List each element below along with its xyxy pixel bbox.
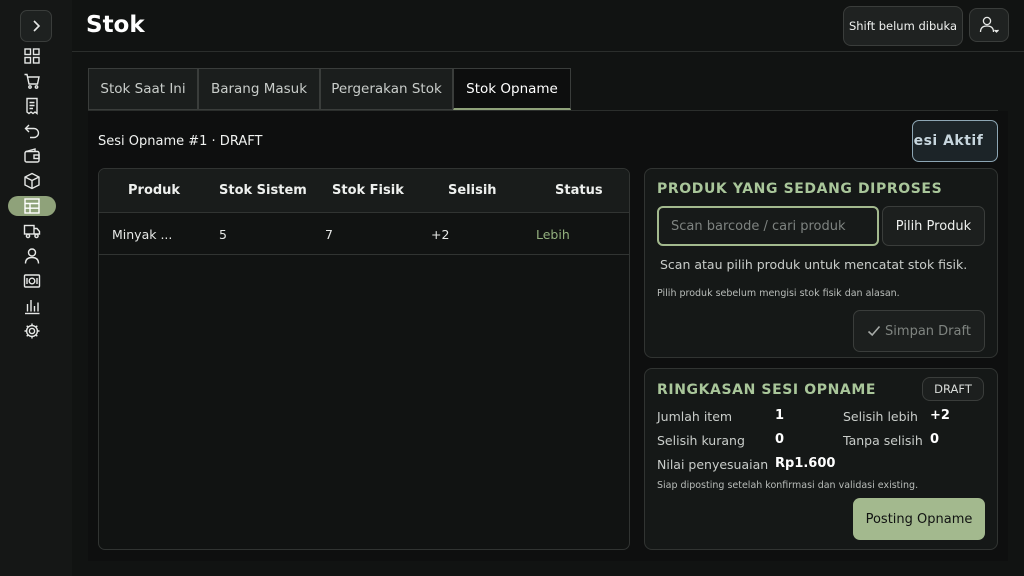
- tab-barang-masuk[interactable]: Barang Masuk: [198, 68, 320, 110]
- summary-nilai-value: Rp1.600: [775, 456, 836, 471]
- table-header: Produk Stok Sistem Stok Fisik Selisih St…: [99, 169, 629, 213]
- chevron-right-icon: [33, 20, 41, 32]
- active-session-button[interactable]: Sesi Aktif: [912, 120, 998, 162]
- summary-jumlah-value: 1: [775, 408, 785, 423]
- table-icon: [24, 198, 40, 214]
- truck-icon: [23, 224, 41, 239]
- sidebar-toggle-button[interactable]: [20, 10, 52, 42]
- sidebar-item-transactions[interactable]: [8, 96, 56, 116]
- sidebar-item-stock[interactable]: [8, 196, 56, 216]
- summary-jumlah-label: Jumlah item: [657, 409, 733, 424]
- sidebar-item-delivery[interactable]: [8, 221, 56, 241]
- scan-product-input[interactable]: [657, 206, 879, 246]
- summary-nilai-label: Nilai penyesuaian: [657, 457, 769, 472]
- sidebar-item-sales[interactable]: [8, 71, 56, 91]
- top-bar: Stok Shift belum dibuka: [72, 0, 1024, 52]
- session-label: Sesi Opname #1 · DRAFT: [98, 134, 263, 149]
- page-title: Stok: [86, 12, 145, 38]
- process-note: Pilih produk sebelum mengisi stok fisik …: [657, 288, 900, 299]
- save-draft-label: Simpan Draft: [885, 323, 971, 339]
- cart-icon: [24, 73, 40, 89]
- cell-status: Lebih: [536, 227, 570, 242]
- sidebar-item-returns[interactable]: [8, 121, 56, 141]
- user-menu-button[interactable]: [969, 8, 1009, 42]
- tab-stok-opname[interactable]: Stok Opname: [453, 68, 571, 110]
- cash-icon: [23, 274, 41, 288]
- user-icon: [979, 16, 999, 33]
- sidebar-item-reports[interactable]: [8, 296, 56, 316]
- summary-kurang-value: 0: [775, 432, 785, 447]
- column-header-selisih[interactable]: Selisih: [448, 183, 497, 198]
- receipt-icon: [26, 97, 38, 115]
- grid-icon: [24, 48, 40, 64]
- gear-icon: [24, 323, 40, 339]
- save-draft-button[interactable]: Simpan Draft: [853, 310, 985, 352]
- cell-stok-sistem: 5: [219, 227, 227, 242]
- column-header-stok-sistem[interactable]: Stok Sistem: [219, 183, 307, 198]
- chart-icon: [25, 300, 40, 315]
- tab-pergerakan-stok[interactable]: Pergerakan Stok: [320, 68, 453, 110]
- summary-lebih-label: Selisih lebih: [843, 409, 918, 424]
- column-header-status[interactable]: Status: [555, 183, 603, 198]
- summary-tanpa-label: Tanpa selisih: [843, 433, 923, 448]
- active-session-label: Sesi Aktif: [913, 133, 984, 149]
- sidebar: [0, 0, 72, 576]
- tab-stok-saat-ini[interactable]: Stok Saat Ini: [88, 68, 198, 110]
- column-header-produk[interactable]: Produk: [128, 183, 180, 198]
- check-icon: [867, 325, 881, 337]
- box-icon: [24, 172, 40, 190]
- wallet-icon: [24, 148, 40, 163]
- status-badge: DRAFT: [922, 377, 984, 401]
- process-help-text: Scan atau pilih produk untuk mencatat st…: [660, 257, 968, 272]
- summary-note: Siap diposting setelah konfirmasi dan va…: [657, 480, 919, 491]
- opname-table: Produk Stok Sistem Stok Fisik Selisih St…: [98, 168, 630, 550]
- summary-kurang-label: Selisih kurang: [657, 433, 745, 448]
- table-row[interactable]: Minyak ... 5 7 +2 Lebih: [99, 213, 629, 255]
- column-header-stok-fisik[interactable]: Stok Fisik: [332, 183, 404, 198]
- undo-icon: [24, 124, 40, 139]
- sidebar-item-wallet[interactable]: [8, 146, 56, 166]
- summary-lebih-value: +2: [930, 408, 950, 423]
- pick-product-button[interactable]: Pilih Produk: [882, 206, 985, 246]
- sidebar-item-dashboard[interactable]: [8, 46, 56, 66]
- process-title: PRODUK YANG SEDANG DIPROSES: [657, 181, 943, 197]
- sidebar-item-settings[interactable]: [8, 321, 56, 341]
- user-icon: [24, 248, 40, 264]
- cell-stok-fisik: 7: [325, 227, 333, 242]
- sidebar-item-cash[interactable]: [8, 271, 56, 291]
- cell-produk: Minyak ...: [112, 227, 173, 242]
- summary-tanpa-value: 0: [930, 432, 940, 447]
- sidebar-item-products[interactable]: [8, 171, 56, 191]
- cell-selisih: +2: [431, 227, 450, 242]
- summary-title: RINGKASAN SESI OPNAME: [657, 382, 877, 398]
- sidebar-item-customers[interactable]: [8, 246, 56, 266]
- post-opname-button[interactable]: Posting Opname: [853, 498, 985, 540]
- shift-status-button[interactable]: Shift belum dibuka: [843, 6, 963, 46]
